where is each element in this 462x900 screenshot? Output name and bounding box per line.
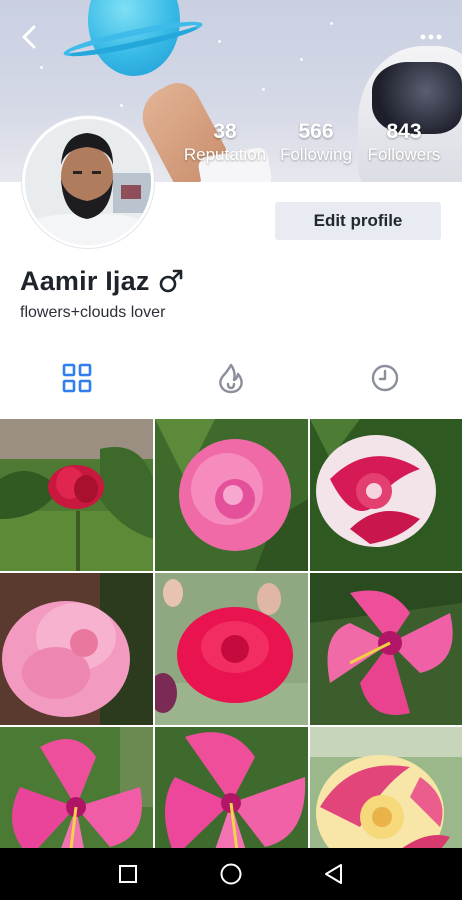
photo-tile[interactable]	[0, 727, 153, 848]
profile-bio: flowers+clouds lover	[20, 304, 166, 321]
photo-tile[interactable]	[310, 573, 462, 725]
avatar[interactable]	[22, 116, 154, 248]
tab-hot[interactable]	[154, 352, 308, 404]
edit-profile-button[interactable]: Edit profile	[275, 202, 441, 240]
photo-tile[interactable]	[155, 419, 308, 571]
profile-name-row: Aamir Ijaz	[20, 264, 184, 298]
stat-reputation-value: 38	[213, 120, 237, 143]
system-back-button[interactable]	[304, 848, 364, 900]
square-icon	[119, 865, 137, 883]
photo-grid	[0, 419, 462, 848]
system-navigation-bar	[0, 848, 462, 900]
stat-followers-value: 843	[386, 120, 422, 143]
light-pink-rose-photo	[0, 573, 153, 725]
pink-hibiscus-photo	[310, 573, 462, 725]
male-symbol-icon	[158, 268, 184, 294]
red-rose-garden-photo	[0, 419, 153, 571]
triangle-back-icon	[325, 864, 342, 884]
recents-button[interactable]	[98, 848, 158, 900]
tab-recent[interactable]	[308, 352, 462, 404]
profile-stats: 38 Reputation 566 Following 843 Follower…	[176, 120, 460, 172]
photo-tile[interactable]	[310, 727, 462, 848]
stat-followers-label: Followers	[367, 145, 441, 164]
avatar-photo	[25, 119, 151, 245]
stat-following-value: 566	[298, 120, 334, 143]
pink-hibiscus-photo	[155, 727, 308, 848]
stat-following-label: Following	[280, 145, 352, 164]
more-dots-icon	[420, 34, 442, 40]
striped-red-white-rose-photo	[310, 419, 462, 571]
deep-pink-rose-photo	[155, 573, 308, 725]
photo-tile[interactable]	[155, 573, 308, 725]
grid-icon	[62, 363, 92, 393]
more-options-button[interactable]	[414, 20, 448, 54]
pink-hibiscus-photo	[0, 727, 153, 848]
tab-posts-grid[interactable]	[0, 352, 154, 404]
photo-tile[interactable]	[0, 573, 153, 725]
photo-tile[interactable]	[155, 727, 308, 848]
photo-tile[interactable]	[0, 419, 153, 571]
flame-icon	[219, 363, 243, 394]
photo-tile[interactable]	[310, 419, 462, 571]
stat-reputation-label: Reputation	[183, 145, 267, 164]
clock-icon	[371, 364, 399, 392]
striped-pink-yellow-rose-photo	[310, 727, 462, 848]
profile-tabs	[0, 352, 462, 404]
pink-rose-photo	[155, 419, 308, 571]
profile-name: Aamir Ijaz	[20, 265, 150, 296]
circle-icon	[220, 863, 242, 885]
stat-reputation[interactable]: 38 Reputation	[180, 120, 270, 166]
stat-following[interactable]: 566 Following	[276, 120, 356, 166]
back-button[interactable]	[12, 20, 46, 54]
stat-followers[interactable]: 843 Followers	[362, 120, 446, 166]
back-arrow-icon	[22, 25, 36, 49]
home-button[interactable]	[201, 848, 261, 900]
